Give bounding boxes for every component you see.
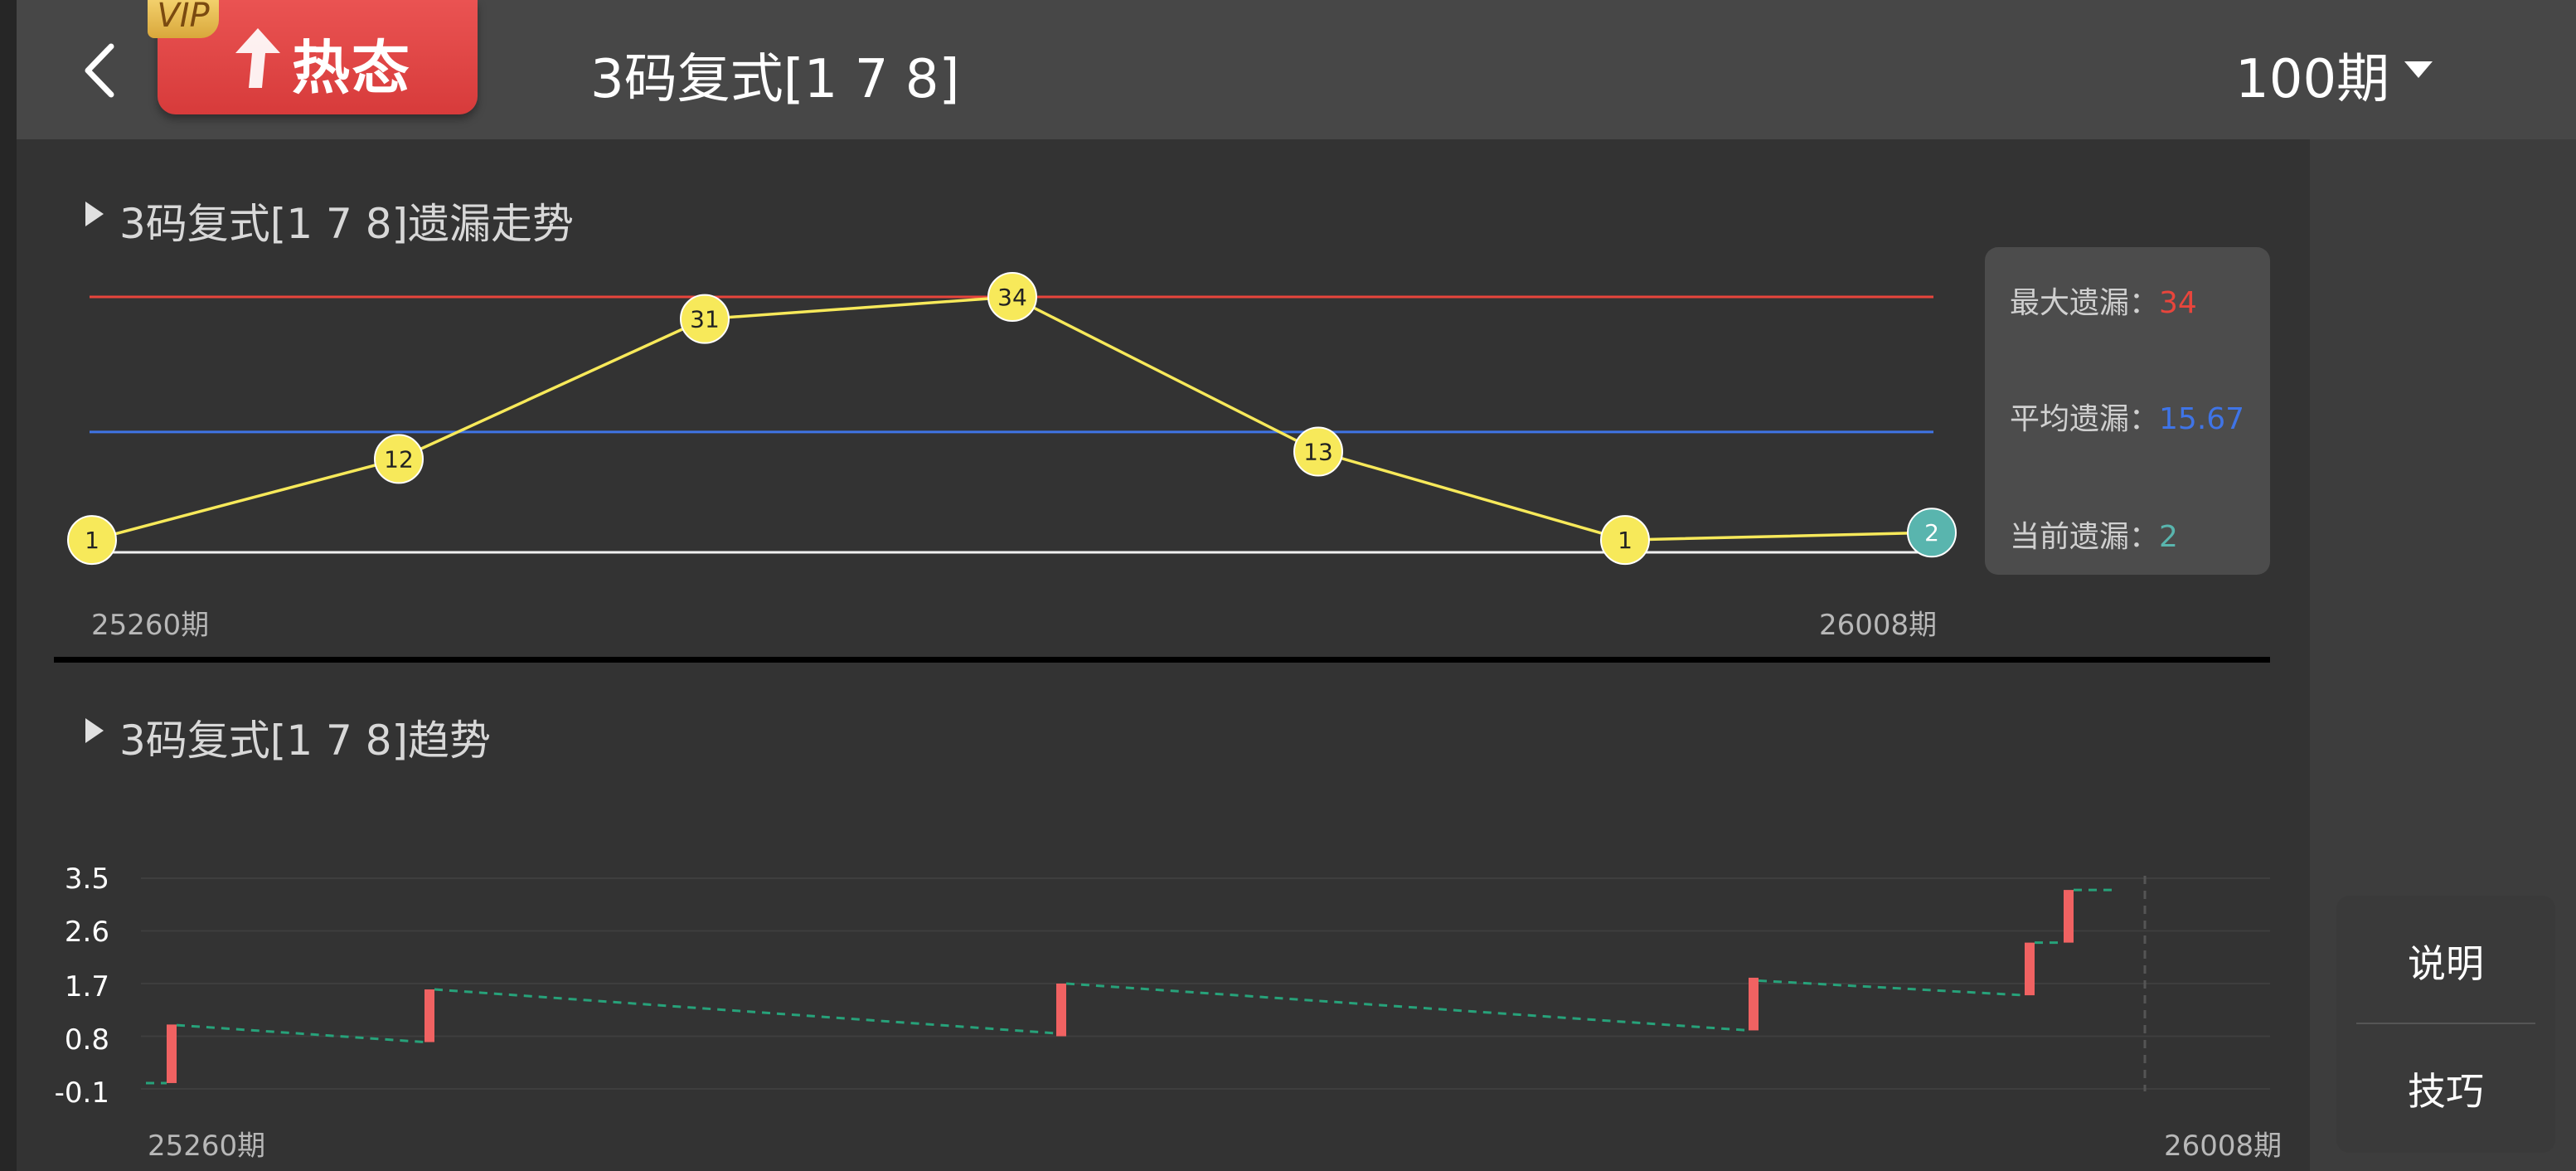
trend-x-start-label: 25260期: [148, 1130, 266, 1163]
trend-dashed-line: [176, 1023, 425, 1044]
trend-dashed-line: [434, 988, 1057, 1035]
trend-candle: [424, 989, 434, 1042]
trend-candle: [1056, 984, 1066, 1037]
trend-chart: [141, 876, 2270, 1091]
trend-candle: [2025, 942, 2035, 996]
trend-x-end-label: 26008期: [2164, 1130, 2283, 1163]
trend-candle: [2064, 890, 2074, 943]
help-separator: [2356, 1023, 2535, 1024]
trend-candle: [167, 1024, 177, 1083]
explain-button[interactable]: 说明: [2336, 934, 2555, 989]
trend-dashed-line: [1065, 982, 1749, 1032]
tips-button[interactable]: 技巧: [2336, 1062, 2555, 1116]
help-card: 说明 技巧: [2336, 896, 2555, 1153]
trend-candle: [1749, 977, 1759, 1031]
